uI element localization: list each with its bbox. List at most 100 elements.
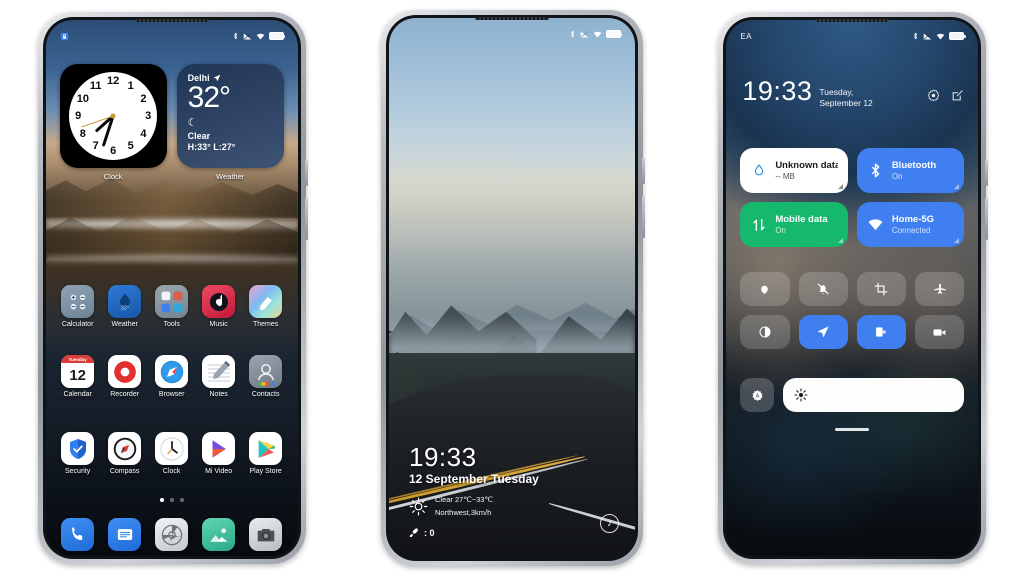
status-bar-right: [232, 31, 286, 41]
earpiece-speaker: [815, 19, 890, 22]
tile-mobile-data[interactable]: Mobile data On: [740, 202, 848, 247]
gallery-icon[interactable]: [202, 518, 236, 551]
app-calculator[interactable]: Calculator: [56, 285, 100, 328]
flashlight-toggle[interactable]: [740, 272, 790, 306]
app-compass[interactable]: Compass: [103, 432, 147, 475]
lock-step-count: : 0: [423, 527, 435, 538]
app-label: Clock: [162, 468, 181, 475]
road-white-line-right: [549, 502, 635, 549]
data-drop-icon: [750, 162, 767, 179]
app-label: Browser: [158, 391, 185, 398]
app-recorder[interactable]: Recorder: [103, 355, 147, 398]
battery-icon: [605, 30, 623, 38]
status-bar-carrier: EA: [740, 31, 752, 41]
weather-widget[interactable]: Delhi 32° ☾ Clear H:33° L:27° Weather: [176, 64, 284, 181]
tile-title: Home-5G: [891, 214, 935, 225]
app-weather[interactable]: 32° Weather: [103, 285, 147, 328]
location-toggle[interactable]: [798, 315, 848, 349]
status-bar-left: [60, 32, 69, 41]
app-browser[interactable]: Browser: [150, 355, 194, 398]
app-mi-video[interactable]: Mi Video: [197, 432, 241, 475]
tile-expand-corner[interactable]: [837, 184, 843, 189]
phone-1-status-bar: [46, 20, 298, 46]
tile-bluetooth[interactable]: Bluetooth On: [856, 148, 965, 193]
phone-icon[interactable]: [61, 518, 95, 551]
notes-icon: [202, 355, 236, 388]
music-icon: [202, 285, 236, 318]
security-icon: [61, 432, 95, 465]
app-music[interactable]: Music: [197, 285, 241, 328]
clock-numeral-9: 9: [75, 110, 82, 122]
auto-brightness-button[interactable]: A: [740, 378, 775, 412]
app-contacts[interactable]: Contacts: [244, 355, 288, 398]
tile-expand-corner[interactable]: [954, 184, 960, 189]
volume-button[interactable]: [985, 160, 989, 186]
app-themes[interactable]: Themes: [244, 285, 288, 328]
tile-home-5g[interactable]: Home-5G Connected: [856, 202, 965, 247]
three-phone-mockup-scene: 12 1 2 3 4 5 6 7 8 9 10 11 Clock Delhi 3…: [0, 0, 1024, 576]
second-space-icon: [874, 325, 888, 339]
app-notes[interactable]: Notes: [197, 355, 241, 398]
clock-numeral-6: 6: [110, 145, 117, 157]
clock-app-icon: [155, 432, 189, 465]
app-tools[interactable]: Tools: [150, 285, 194, 328]
page-indicator-dots[interactable]: [46, 498, 298, 502]
clock-numeral-5: 5: [127, 140, 134, 153]
tile-title: Mobile data: [775, 214, 828, 225]
signal-icon: [924, 33, 932, 39]
page-dot-3[interactable]: [179, 498, 184, 502]
music-shortcut-icon[interactable]: ♪: [599, 514, 619, 533]
brightness-row: A: [740, 378, 965, 412]
volume-button[interactable]: [304, 160, 308, 186]
camera-icon[interactable]: [249, 518, 283, 551]
tile-title: Bluetooth: [891, 160, 937, 171]
settings-gear-icon[interactable]: [927, 89, 940, 102]
mobile-data-icon: [750, 216, 767, 233]
control-center-drag-handle[interactable]: [835, 428, 870, 431]
clock-numeral-2: 2: [140, 92, 147, 105]
app-clock[interactable]: Clock: [150, 432, 194, 475]
signal-icon: [243, 33, 251, 39]
tile-expand-corner[interactable]: [954, 238, 960, 243]
silent-toggle[interactable]: [798, 272, 848, 306]
messages-icon[interactable]: [108, 518, 142, 551]
settings-icon[interactable]: [155, 518, 189, 551]
page-dot-2[interactable]: [169, 498, 174, 502]
themes-icon: [249, 285, 283, 318]
screenshot-toggle[interactable]: [856, 272, 907, 306]
wifi-icon: [593, 31, 602, 37]
brightness-slider[interactable]: [783, 378, 965, 412]
screen-recorder-toggle[interactable]: [915, 315, 965, 349]
app-calendar[interactable]: Tuesday 12 Calendar: [56, 355, 100, 398]
flashlight-icon: [758, 283, 771, 296]
phone-2-bezel: 19:33 12 September Tuesday Clear 27℃~33℃…: [385, 15, 638, 561]
compass-icon: [108, 432, 142, 465]
page-dot-1[interactable]: [159, 498, 164, 502]
volume-button[interactable]: [641, 158, 645, 184]
lock-weather[interactable]: Clear 27℃~33℃ Northwest,3km/h: [409, 494, 539, 519]
tools-folder-icon: [155, 285, 189, 318]
app-security[interactable]: Security: [56, 432, 100, 475]
clock-widget[interactable]: 12 1 2 3 4 5 6 7 8 9 10 11 Clock: [59, 64, 167, 181]
edit-icon[interactable]: [951, 89, 964, 102]
power-button[interactable]: [985, 198, 989, 240]
phone-2-lock-screen: 19:33 12 September Tuesday Clear 27℃~33℃…: [380, 10, 645, 566]
phone-3-control-center: EA 19:33 Tuesday, September 12 Unknown d…: [718, 12, 989, 564]
calendar-icon: Tuesday 12: [61, 355, 95, 388]
tile-unknown-data-plan[interactable]: Unknown data plan-- MB: [740, 148, 848, 193]
control-center-time: 19:33: [742, 76, 813, 106]
app-play-store[interactable]: Play Store: [244, 432, 288, 475]
second-space-toggle[interactable]: [856, 315, 907, 349]
crop-screenshot-icon: [874, 282, 888, 296]
power-button[interactable]: [304, 198, 308, 240]
bluetooth-icon: [914, 32, 918, 40]
dark-mode-toggle[interactable]: [740, 315, 790, 349]
app-row-3: Security Compass Clock Mi Video Play Store: [56, 432, 288, 475]
lock-weather-wind: Northwest,3km/h: [434, 507, 492, 517]
lock-badge-icon: [60, 32, 68, 40]
airplane-toggle[interactable]: [915, 272, 965, 306]
control-center-tiles: Unknown data plan-- MBBluetoothOnMobile …: [740, 148, 965, 247]
power-button[interactable]: [641, 196, 645, 238]
tile-expand-corner[interactable]: [837, 238, 843, 243]
status-bar-right: [569, 29, 623, 39]
